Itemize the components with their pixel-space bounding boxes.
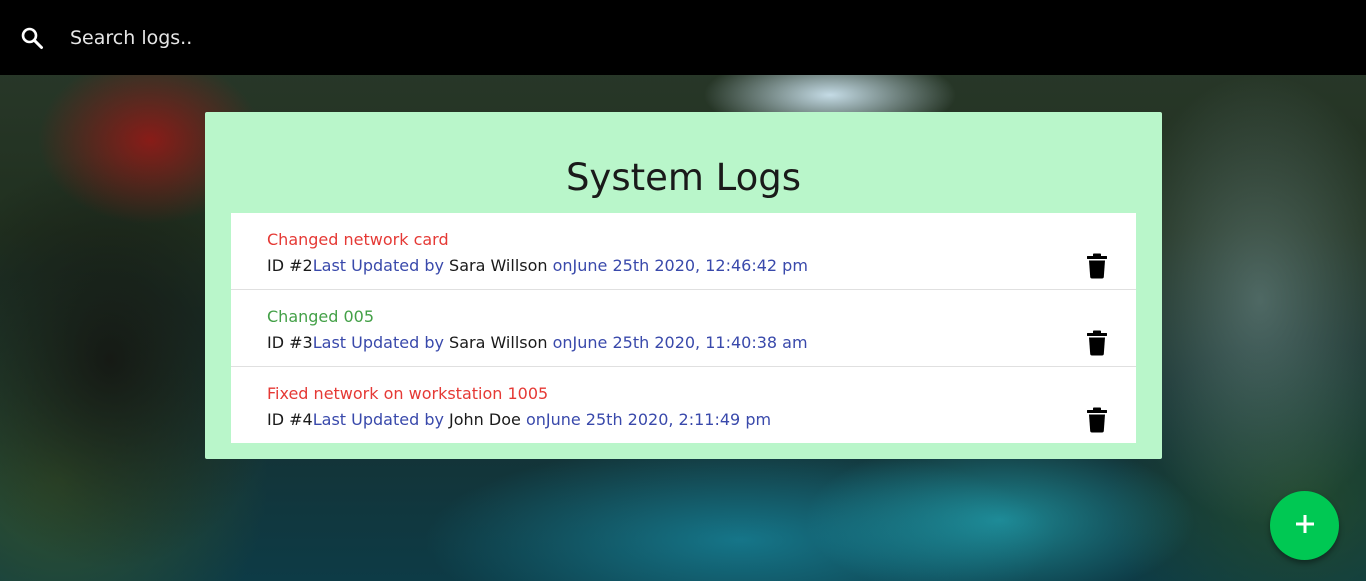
log-id: ID #2 xyxy=(267,256,313,275)
log-meta: ID #4Last Updated by John Doe onJune 25t… xyxy=(267,409,1136,431)
trash-icon[interactable] xyxy=(1086,330,1108,356)
log-tech: Sara Willson xyxy=(449,256,548,275)
log-on-label: on xyxy=(547,256,573,275)
page-title: System Logs xyxy=(565,156,802,199)
log-date: June 25th 2020, 12:46:42 pm xyxy=(572,256,808,275)
log-message-link[interactable]: Changed 005 xyxy=(267,306,1136,328)
log-item: Changed 005 ID #3Last Updated by Sara Wi… xyxy=(231,290,1136,367)
log-item: Fixed network on workstation 1005 ID #4L… xyxy=(231,367,1136,443)
log-message-link[interactable]: Fixed network on workstation 1005 xyxy=(267,383,1136,405)
log-date: June 25th 2020, 11:40:38 am xyxy=(572,333,808,352)
plus-icon xyxy=(1294,513,1316,539)
log-date: June 25th 2020, 2:11:49 pm xyxy=(545,410,772,429)
logs-panel: System Logs Changed network card ID #2La… xyxy=(205,112,1162,459)
log-on-label: on xyxy=(547,333,573,352)
log-list: Changed network card ID #2Last Updated b… xyxy=(231,213,1136,443)
log-updated-label: Last Updated by xyxy=(312,256,450,275)
trash-icon[interactable] xyxy=(1086,253,1108,279)
log-updated-label: Last Updated by xyxy=(312,333,450,352)
log-on-label: on xyxy=(520,410,546,429)
log-id: ID #3 xyxy=(267,333,313,352)
log-updated-label: Last Updated by xyxy=(312,410,450,429)
search-icon[interactable] xyxy=(20,26,44,50)
log-meta: ID #2Last Updated by Sara Willson onJune… xyxy=(267,255,1136,277)
log-message-link[interactable]: Changed network card xyxy=(267,229,1136,251)
log-tech: John Doe xyxy=(449,410,521,429)
log-meta: ID #3Last Updated by Sara Willson onJune… xyxy=(267,332,1136,354)
search-input[interactable] xyxy=(70,19,570,56)
add-log-button[interactable] xyxy=(1270,491,1339,560)
trash-icon[interactable] xyxy=(1086,407,1108,433)
log-tech: Sara Willson xyxy=(449,333,548,352)
top-navbar xyxy=(0,0,1366,75)
log-item: Changed network card ID #2Last Updated b… xyxy=(231,213,1136,290)
log-id: ID #4 xyxy=(267,410,313,429)
